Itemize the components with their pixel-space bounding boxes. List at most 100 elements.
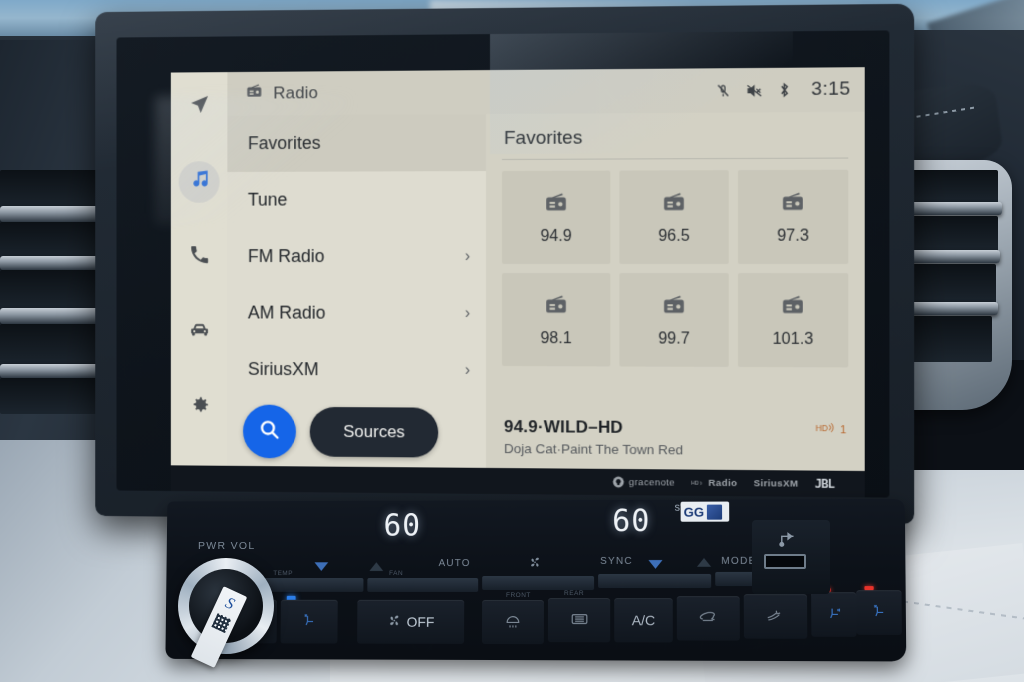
content-body: Favorites Tune FM Radio › AM Radio › Sir…: [227, 111, 865, 471]
divider: [501, 157, 849, 160]
menu-item-label: Tune: [247, 189, 288, 210]
preset-label: 96.5: [658, 227, 690, 245]
air-recirculation-button[interactable]: [676, 596, 740, 641]
hd-radio-icon: HD: [815, 421, 835, 439]
passenger-temp-down-icon[interactable]: [648, 556, 663, 574]
sound-muted-icon[interactable]: [745, 82, 764, 99]
car-infotainment-scene: Radio 3:15 Favorites Tune FM Radio › AM …: [0, 0, 1024, 682]
gear-icon: [188, 393, 210, 421]
radio-icon: [780, 189, 807, 220]
now-playing-text: 94.9·WILD–HD Doja Cat·Paint The Town Red: [504, 417, 683, 457]
menu-item-tune[interactable]: Tune: [227, 171, 486, 228]
usb-port-slot[interactable]: [764, 554, 806, 569]
passenger-temp-up-icon[interactable]: [696, 554, 712, 572]
favorite-preset-tile[interactable]: 96.5: [619, 170, 729, 264]
menu-item-favorites[interactable]: Favorites: [227, 114, 487, 173]
radio-icon: [543, 292, 569, 323]
now-playing-track: Doja Cat·Paint The Town Red: [503, 441, 684, 458]
touchscreen-display[interactable]: Radio 3:15 Favorites Tune FM Radio › AM …: [116, 30, 890, 498]
seat-heater-icon: [825, 604, 843, 624]
front-defrost-small-label: FRONT: [506, 591, 531, 599]
car-icon: [188, 318, 210, 346]
sources-button[interactable]: Sources: [309, 406, 439, 458]
music-note-icon: [188, 168, 210, 196]
panel-title: Favorites: [503, 127, 583, 149]
favorite-preset-tile[interactable]: 98.1: [501, 273, 611, 367]
microphone-muted-icon[interactable]: [714, 82, 731, 99]
status-icon-group: [714, 81, 790, 100]
hd-radio-label: Radio: [708, 477, 738, 489]
hd-radio-logo: HD Radio: [691, 477, 737, 488]
menu-item-label: Favorites: [247, 132, 321, 154]
radio-icon: [661, 292, 687, 323]
sidebar-item-phone[interactable]: [179, 236, 220, 278]
fresh-air-button[interactable]: [743, 594, 808, 639]
chevron-right-icon: ›: [464, 361, 471, 379]
menu-item-siriusxm[interactable]: SiriusXM ›: [227, 341, 486, 399]
preset-label: 101.3: [772, 330, 814, 348]
preset-label: 99.7: [658, 329, 690, 348]
fresh-air-icon: [765, 607, 786, 626]
bluetooth-icon[interactable]: [777, 81, 790, 99]
menu-item-label: AM Radio: [247, 302, 326, 323]
hd-channel-number: 1: [839, 424, 847, 437]
front-defrost-icon: [504, 612, 522, 631]
svg-text:HD: HD: [691, 481, 699, 487]
preset-label: 97.3: [777, 227, 809, 245]
sidebar-item-navigation[interactable]: [179, 86, 220, 128]
sources-button-label: Sources: [343, 422, 405, 442]
favorite-preset-tile[interactable]: 99.7: [619, 273, 729, 367]
siriusxm-logo: SiriusXM: [754, 478, 799, 490]
favorite-preset-tile[interactable]: 97.3: [737, 169, 849, 264]
driver-temperature-display: 60: [383, 508, 422, 544]
menu-item-fm-radio[interactable]: FM Radio ›: [227, 228, 486, 285]
menu-action-bar: Sources: [243, 404, 439, 460]
menu-item-am-radio[interactable]: AM Radio ›: [227, 285, 486, 342]
menu-item-label: SiriusXM: [247, 359, 319, 380]
temp-small-label: TEMP: [273, 570, 293, 578]
chevron-right-icon: ›: [464, 247, 471, 265]
fan-off-button[interactable]: OFF: [357, 599, 465, 644]
sidebar-item-vehicle[interactable]: [179, 311, 220, 353]
seat-cooler-icon: [870, 602, 888, 622]
source-menu-list: Favorites Tune FM Radio › AM Radio › Sir…: [227, 114, 487, 468]
temp-up-arrow-icon[interactable]: [369, 558, 384, 576]
radio-icon: [661, 189, 687, 220]
temp-down-arrow-icon[interactable]: [314, 558, 329, 576]
now-playing-bar[interactable]: 94.9·WILD–HD Doja Cat·Paint The Town Red…: [502, 409, 848, 471]
navigation-arrow-icon: [188, 93, 210, 121]
sidebar-item-media[interactable]: [178, 161, 220, 203]
pwr-vol-knob[interactable]: S: [178, 558, 274, 668]
seat-heater-right-button[interactable]: [811, 592, 857, 637]
gg-dealer-badge: GG: [680, 501, 730, 522]
seat-cooler-icon: [301, 612, 318, 632]
seat-cooler-right-button[interactable]: [856, 590, 902, 635]
menu-item-label: FM Radio: [247, 246, 325, 266]
main-content: Radio 3:15 Favorites Tune FM Radio › AM …: [227, 67, 865, 471]
favorite-preset-tile[interactable]: 101.3: [737, 273, 849, 368]
preset-label: 94.9: [540, 227, 572, 245]
search-icon: [257, 416, 282, 447]
auto-label: AUTO: [438, 558, 471, 570]
svg-text:HD: HD: [815, 422, 828, 432]
fan-off-label: OFF: [406, 613, 435, 630]
brand-logo-strip: gracenote HD Radio SiriusXM JBL: [170, 465, 865, 498]
pwr-vol-label: PWR VOL: [198, 540, 256, 552]
hd-radio-badge: HD 1: [815, 419, 846, 439]
chevron-right-icon: ›: [464, 304, 471, 322]
sidebar-item-settings[interactable]: [179, 386, 220, 428]
gg-badge-label: GG: [683, 504, 705, 520]
front-defrost-button[interactable]: [481, 599, 544, 645]
preset-label: 98.1: [540, 329, 572, 347]
radio-icon: [245, 82, 264, 106]
rear-defrost-button[interactable]: [547, 598, 611, 643]
clock: 3:15: [811, 78, 851, 100]
favorite-preset-tile[interactable]: 94.9: [501, 170, 611, 264]
siriusxm-label: SiriusXM: [753, 477, 799, 490]
search-button[interactable]: [243, 404, 296, 459]
now-playing-station: 94.9·WILD–HD: [503, 417, 624, 437]
seat-cooler-left-button[interactable]: [280, 599, 338, 644]
ac-button[interactable]: A/C: [614, 598, 673, 643]
phone-icon: [188, 243, 210, 271]
